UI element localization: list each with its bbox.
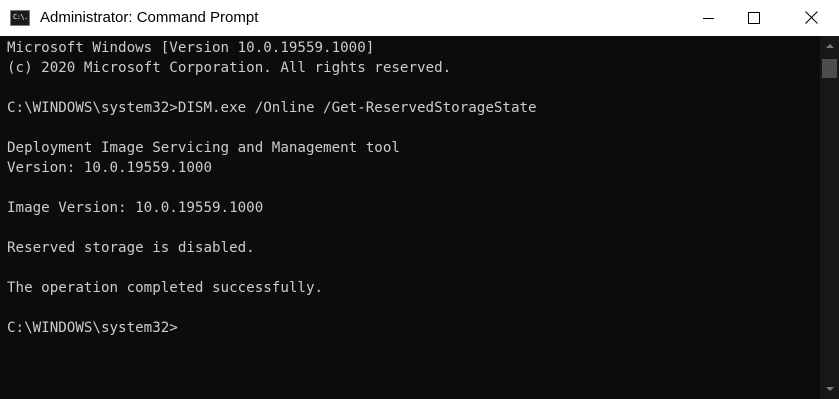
console-line: Deployment Image Servicing and Managemen… bbox=[7, 140, 400, 156]
console-command-line: C:\WINDOWS\system32>DISM.exe /Online /Ge… bbox=[7, 100, 537, 116]
cmd-icon-label: C:\. bbox=[13, 13, 28, 21]
command-prompt-window: C:\. Administrator: Command Prompt Micro… bbox=[0, 0, 839, 399]
console-output[interactable]: Microsoft Windows [Version 10.0.19559.10… bbox=[0, 36, 820, 399]
window-title: Administrator: Command Prompt bbox=[40, 9, 259, 26]
maximize-button[interactable] bbox=[731, 0, 777, 36]
console-line: Reserved storage is disabled. bbox=[7, 240, 255, 256]
console-line: The operation completed successfully. bbox=[7, 280, 324, 296]
console-line: Microsoft Windows [Version 10.0.19559.10… bbox=[7, 40, 375, 56]
scroll-thumb[interactable] bbox=[822, 59, 837, 78]
minimize-button[interactable] bbox=[685, 0, 731, 36]
close-icon bbox=[805, 11, 818, 24]
console-line: Image Version: 10.0.19559.1000 bbox=[7, 200, 264, 216]
minimize-icon bbox=[703, 18, 714, 19]
console-prompt[interactable]: C:\WINDOWS\system32> bbox=[7, 318, 178, 338]
console-line: (c) 2020 Microsoft Corporation. All righ… bbox=[7, 60, 452, 76]
scroll-down-arrow-icon[interactable] bbox=[820, 379, 839, 399]
vertical-scrollbar[interactable] bbox=[820, 36, 839, 399]
scroll-up-arrow-icon[interactable] bbox=[820, 36, 839, 56]
close-button[interactable] bbox=[785, 0, 839, 36]
cmd-icon[interactable]: C:\. bbox=[10, 10, 30, 26]
title-bar[interactable]: C:\. Administrator: Command Prompt bbox=[0, 0, 839, 36]
console-line: Version: 10.0.19559.1000 bbox=[7, 160, 212, 176]
maximize-icon bbox=[748, 12, 760, 24]
